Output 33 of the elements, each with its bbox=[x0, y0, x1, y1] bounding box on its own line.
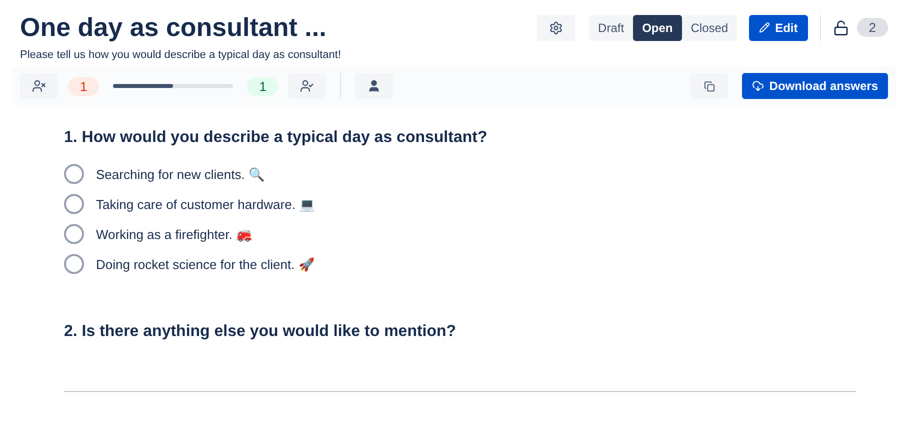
option-label[interactable]: Working as a firefighter. 🚒 bbox=[96, 226, 252, 242]
radio-button[interactable] bbox=[64, 224, 84, 244]
user-icon bbox=[367, 79, 382, 93]
radio-button[interactable] bbox=[64, 164, 84, 184]
copy-icon bbox=[704, 80, 715, 92]
declined-users-button[interactable] bbox=[20, 73, 58, 99]
count-badge: 2 bbox=[856, 18, 888, 37]
radio-button[interactable] bbox=[64, 194, 84, 214]
settings-button[interactable] bbox=[537, 14, 576, 40]
cloud-download-icon bbox=[752, 80, 764, 92]
question-title: 1. How would you describe a typical day as consultant? bbox=[64, 129, 488, 147]
option-label[interactable]: Doing rocket science for the client. 🚀 bbox=[96, 256, 314, 272]
accepted-count: 1 bbox=[247, 76, 278, 96]
user-check-icon bbox=[300, 79, 314, 93]
page-title: One day as consultant ... bbox=[20, 12, 326, 43]
option-label[interactable]: Searching for new clients. 🔍 bbox=[96, 166, 264, 182]
description-text: Please tell us how you would describe a typical day as consultant! bbox=[20, 49, 342, 61]
radio-button[interactable] bbox=[64, 254, 84, 274]
status-tab[interactable]: Closed bbox=[682, 14, 738, 40]
settings-icon bbox=[549, 20, 564, 34]
option-label[interactable]: Taking care of customer hardware. 💻 bbox=[96, 196, 316, 212]
download-answers-button[interactable]: Download answers bbox=[742, 73, 888, 99]
status-tab[interactable]: Draft bbox=[589, 14, 634, 40]
status-tab[interactable]: Open bbox=[633, 14, 682, 40]
pencil-icon bbox=[759, 22, 770, 33]
question-title: 2. Is there anything else you would like to mention? bbox=[64, 323, 458, 341]
unlock-icon[interactable] bbox=[832, 20, 849, 36]
copy-button[interactable] bbox=[690, 73, 728, 99]
declined-count: 1 bbox=[68, 76, 100, 96]
user-cross-icon bbox=[32, 79, 46, 93]
user-button[interactable] bbox=[355, 73, 394, 99]
accepted-users-button[interactable] bbox=[288, 73, 326, 99]
edit-button[interactable]: Edit bbox=[749, 14, 808, 40]
